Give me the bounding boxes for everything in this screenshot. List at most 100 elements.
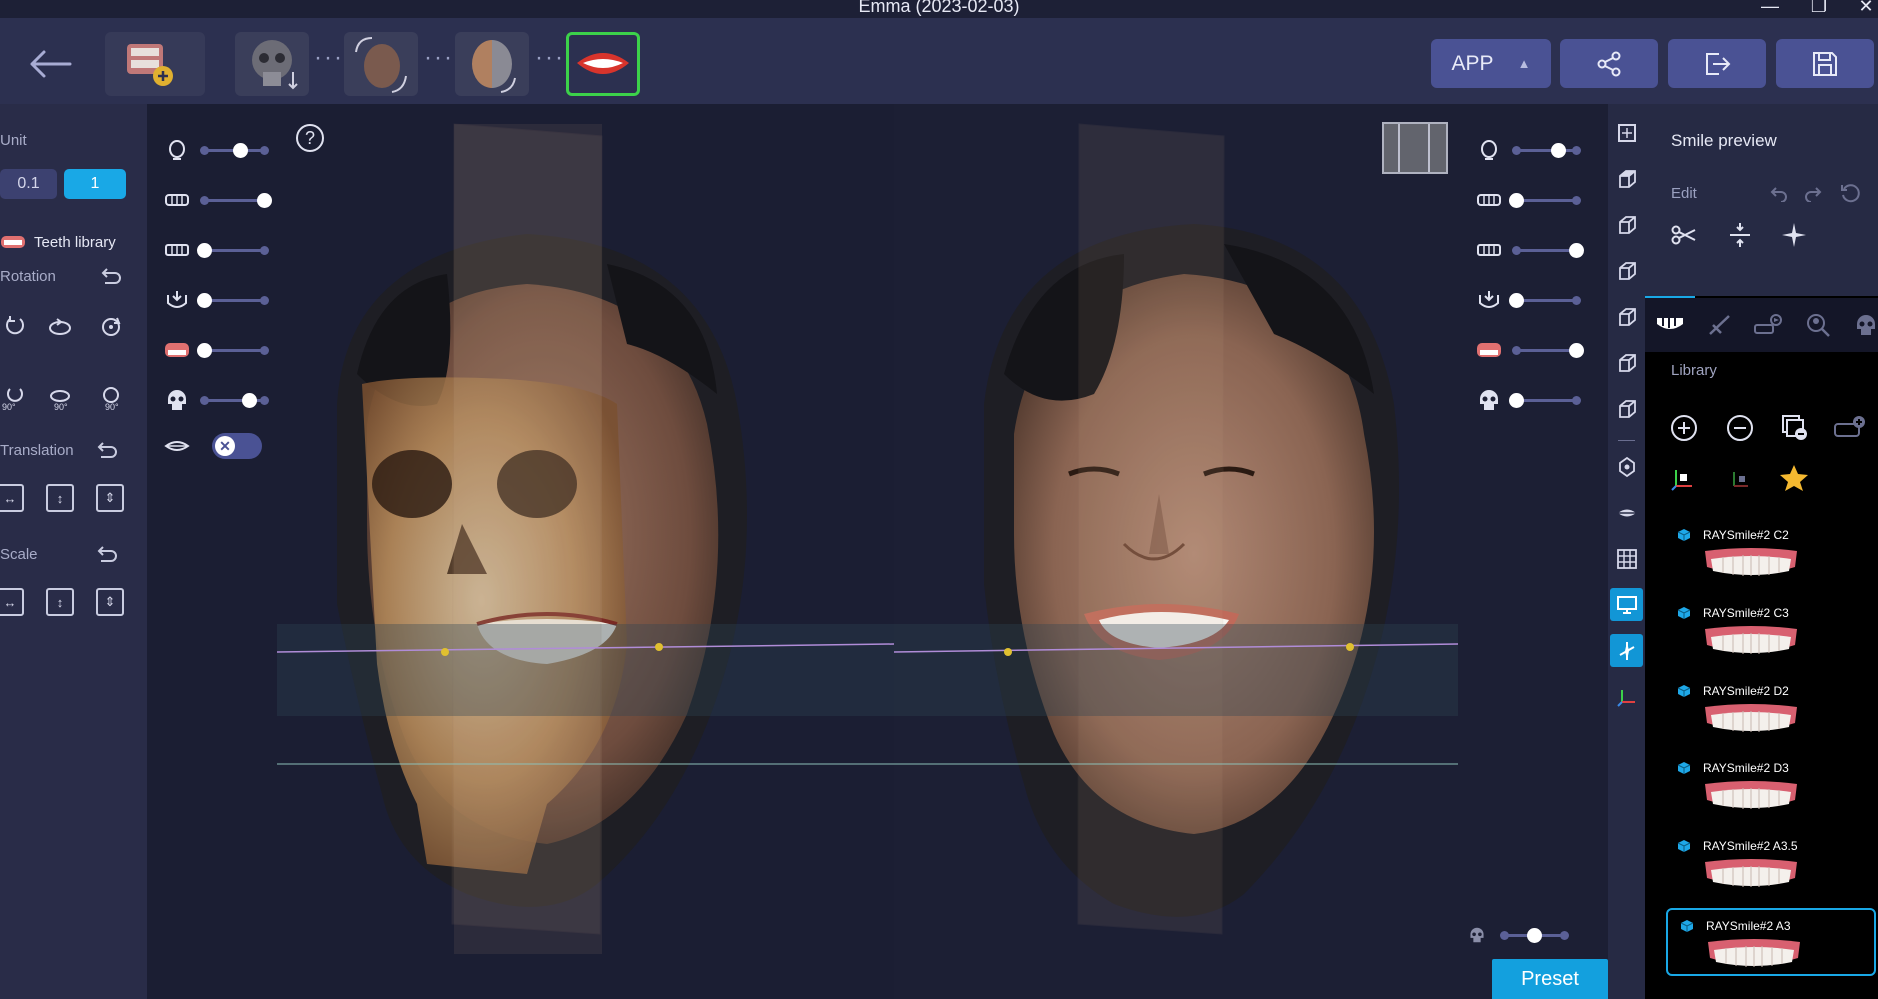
library-item[interactable]: RAYSmile#2 C2: [1665, 519, 1875, 587]
axis-gizmo-icon[interactable]: [1610, 680, 1643, 713]
library-item[interactable]: RAYSmile#2 A3: [1666, 908, 1876, 976]
split-view-toggle-icon[interactable]: [1382, 122, 1448, 174]
slider-knob[interactable]: [1569, 343, 1584, 358]
remove-tooth-icon[interactable]: [1723, 411, 1757, 445]
slider-knob[interactable]: [257, 193, 272, 208]
cube-left-view-icon[interactable]: [1610, 300, 1643, 333]
teeth-library-link[interactable]: Teeth library: [34, 234, 116, 251]
transform-icon[interactable]: [1777, 218, 1811, 252]
slider-knob[interactable]: [197, 343, 212, 358]
viewport-left[interactable]: ? ✕: [147, 104, 894, 999]
cube-right-view-icon[interactable]: [1610, 346, 1643, 379]
grid-icon[interactable]: [1610, 542, 1643, 575]
slider-knob[interactable]: [1509, 293, 1524, 308]
rotate-y-icon[interactable]: [45, 312, 75, 340]
maximize-button[interactable]: ❐: [1807, 0, 1831, 17]
scale-y-button[interactable]: ↕: [46, 588, 74, 616]
cut-icon[interactable]: [1667, 218, 1701, 252]
slider-knob[interactable]: [1527, 928, 1542, 943]
jaw-opacity-slider[interactable]: [162, 288, 282, 312]
skull-opacity-slider[interactable]: [162, 388, 282, 412]
export-button[interactable]: [1668, 39, 1766, 88]
share-button[interactable]: [1560, 39, 1658, 88]
landmark-icon[interactable]: [1610, 450, 1643, 483]
unit-option-1[interactable]: 1: [64, 169, 126, 199]
library-item[interactable]: RAYSmile#2 D2: [1665, 675, 1875, 743]
cube-icon: [1677, 529, 1691, 541]
monitor-view-icon[interactable]: [1610, 588, 1643, 621]
slider-knob[interactable]: [233, 143, 248, 158]
undo-icon[interactable]: [1761, 176, 1795, 210]
jaw-opacity-slider-right[interactable]: [1474, 288, 1594, 312]
face-skull-icon[interactable]: [455, 32, 529, 96]
slider-knob[interactable]: [242, 393, 257, 408]
preset-button[interactable]: Preset: [1492, 959, 1608, 999]
scale-z-button[interactable]: ⇕: [96, 588, 124, 616]
lips-view-icon[interactable]: [1610, 496, 1643, 529]
add-arch-icon[interactable]: [1833, 411, 1867, 445]
tab-video-teeth-icon[interactable]: [1751, 308, 1785, 342]
smile-lips-icon[interactable]: [566, 32, 640, 96]
gum-opacity-slider[interactable]: [162, 338, 282, 362]
translate-y-button[interactable]: ↕: [46, 484, 74, 512]
bottom-skull-slider[interactable]: [1462, 923, 1572, 947]
slider-knob[interactable]: [1569, 243, 1584, 258]
add-model-icon[interactable]: [105, 32, 205, 96]
remove-layer-icon[interactable]: [1777, 411, 1811, 445]
face-icon: [1474, 138, 1504, 162]
favorite-star-icon[interactable]: [1777, 461, 1811, 495]
library-item[interactable]: RAYSmile#2 C3: [1665, 597, 1875, 665]
app-menu-button[interactable]: APP ▲: [1431, 39, 1551, 88]
help-button[interactable]: ?: [296, 124, 324, 152]
tab-skull-icon[interactable]: [1849, 308, 1878, 342]
library-item[interactable]: RAYSmile#2 A3.5: [1665, 830, 1875, 898]
rotate-x-icon[interactable]: [0, 312, 30, 340]
lower-teeth-opacity-slider[interactable]: [162, 238, 282, 262]
translation-reset-icon[interactable]: [92, 436, 122, 464]
axis-offset-icon[interactable]: [1723, 461, 1757, 495]
lips-toggle[interactable]: ✕: [212, 433, 262, 459]
fit-view-icon[interactable]: [1610, 116, 1643, 149]
add-tooth-icon[interactable]: [1667, 411, 1701, 445]
lower-teeth-opacity-slider-right[interactable]: [1474, 238, 1594, 262]
face-opacity-slider-right[interactable]: [1474, 138, 1594, 162]
cube-top-view-icon[interactable]: [1610, 162, 1643, 195]
slider-knob[interactable]: [197, 243, 212, 258]
view-toolbar: [1608, 104, 1645, 999]
tab-face-search-icon[interactable]: [1801, 308, 1835, 342]
redo-icon[interactable]: [1797, 176, 1831, 210]
translate-x-button[interactable]: ↔: [0, 484, 24, 512]
close-button[interactable]: ✕: [1854, 0, 1878, 17]
library-item[interactable]: RAYSmile#2 D3: [1665, 752, 1875, 820]
minimize-button[interactable]: —: [1758, 0, 1782, 17]
unit-option-0-1[interactable]: 0.1: [0, 169, 57, 199]
tab-brush-icon[interactable]: [1703, 308, 1737, 342]
rotate-z-icon[interactable]: [96, 312, 126, 340]
rotation-reset-icon[interactable]: [96, 262, 126, 290]
skull-align-icon[interactable]: [235, 32, 309, 96]
cube-front-view-icon[interactable]: [1610, 208, 1643, 241]
save-button[interactable]: [1776, 39, 1874, 88]
cube-back-view-icon[interactable]: [1610, 254, 1643, 287]
face-scan-icon[interactable]: [344, 32, 418, 96]
cube-bottom-view-icon[interactable]: [1610, 392, 1643, 425]
back-arrow-icon[interactable]: [26, 48, 74, 80]
tab-teeth-icon[interactable]: [1653, 308, 1687, 342]
slider-knob[interactable]: [1509, 193, 1524, 208]
skull-opacity-slider-right[interactable]: [1474, 388, 1594, 412]
translate-z-button[interactable]: ⇕: [96, 484, 124, 512]
upper-teeth-opacity-slider-right[interactable]: [1474, 188, 1594, 212]
gum-opacity-slider-right[interactable]: [1474, 338, 1594, 362]
slider-knob[interactable]: [197, 293, 212, 308]
scale-reset-icon[interactable]: [92, 540, 122, 568]
slider-knob[interactable]: [1551, 143, 1566, 158]
midline-icon[interactable]: [1610, 634, 1643, 667]
reset-icon[interactable]: [1833, 176, 1867, 210]
viewport-right[interactable]: [894, 104, 1608, 999]
face-opacity-slider[interactable]: [162, 138, 282, 162]
align-center-icon[interactable]: [1723, 218, 1757, 252]
scale-x-button[interactable]: ↔: [0, 588, 24, 616]
upper-teeth-opacity-slider[interactable]: [162, 188, 282, 212]
slider-knob[interactable]: [1509, 393, 1524, 408]
axis-align-icon[interactable]: [1667, 461, 1701, 495]
